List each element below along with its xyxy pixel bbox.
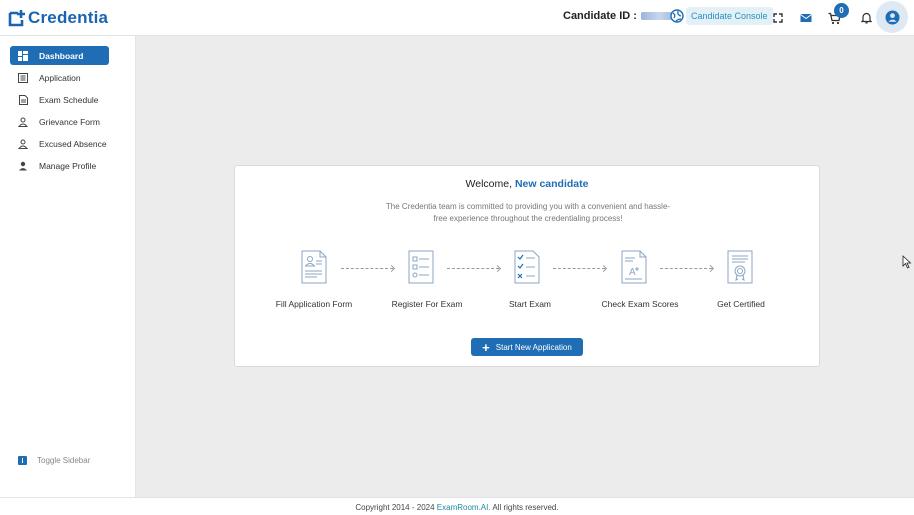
candidate-id: Candidate ID : <box>563 10 677 22</box>
mail-button[interactable] <box>798 10 814 26</box>
notifications-button[interactable] <box>858 10 874 26</box>
fullscreen-button[interactable] <box>770 10 786 26</box>
welcome-prefix: Welcome, <box>465 178 513 190</box>
mail-icon <box>800 14 812 22</box>
sidebar-item-label: Grievance Form <box>39 116 100 127</box>
toggle-sidebar-label: Toggle Sidebar <box>37 456 91 465</box>
footer-copyright: Copyright 2014 - 2024 <box>355 503 435 512</box>
step-arrow <box>660 268 712 269</box>
footer-rights: All rights reserved. <box>492 503 559 512</box>
candidate-id-label: Candidate ID : <box>563 10 637 22</box>
start-button-label: Start New Application <box>495 342 572 352</box>
sidebar-item-dashboard[interactable]: Dashboard <box>10 46 109 65</box>
register-checklist-icon <box>408 250 434 284</box>
sidebar-toggle-icon <box>18 456 27 465</box>
step-label: Fill Application Form <box>275 299 353 309</box>
welcome-subtext: The Credentia team is committed to provi… <box>385 202 671 223</box>
svg-text:A: A <box>629 267 636 278</box>
main-content: Welcome, New candidate The Credentia tea… <box>136 36 914 497</box>
footer: Copyright 2014 - 2024 ExamRoom.AI. All r… <box>0 497 914 515</box>
score-sheet-icon: A <box>621 250 647 284</box>
sidebar-item-label: Excused Absence <box>39 138 107 149</box>
exam-sheet-icon <box>514 250 540 284</box>
welcome-card: Welcome, New candidate The Credentia tea… <box>234 165 820 367</box>
step-label: Start Exam <box>508 299 552 309</box>
sidebar-item-application[interactable]: Application <box>10 68 109 87</box>
step-label: Check Exam Scores <box>601 299 679 309</box>
step-arrow <box>553 268 605 269</box>
list-icon <box>18 72 28 83</box>
step-label: Get Certified <box>717 299 765 309</box>
sidebar-item-excused-absence[interactable]: Excused Absence <box>10 134 109 153</box>
start-new-application-button[interactable]: + Start New Application <box>471 338 583 356</box>
fullscreen-icon <box>773 13 783 23</box>
user-avatar-button[interactable] <box>876 1 908 33</box>
globe-icon <box>670 9 684 23</box>
sidebar-item-manage-profile[interactable]: Manage Profile <box>10 156 109 175</box>
sidebar-item-label: Dashboard <box>39 50 84 61</box>
credentia-logo[interactable]: Credentia <box>8 7 108 29</box>
mouse-cursor-icon <box>902 255 912 269</box>
step-arrow <box>341 268 393 269</box>
person-icon <box>18 161 28 171</box>
candidate-name: New candidate <box>514 178 589 190</box>
examroom-link[interactable]: ExamRoom.AI. <box>437 503 491 512</box>
sidebar-item-label: Manage Profile <box>39 160 97 171</box>
sidebar-item-exam-schedule[interactable]: Exam Schedule <box>10 90 109 109</box>
candidate-console[interactable]: Candidate Console <box>670 7 773 25</box>
credentia-logo-icon <box>8 10 25 27</box>
dashboard-icon <box>18 50 28 61</box>
toggle-sidebar-button[interactable]: Toggle Sidebar <box>18 456 90 465</box>
logo-text: Credentia <box>28 8 109 27</box>
application-form-icon <box>301 250 327 284</box>
person-form-icon <box>18 117 28 127</box>
plus-icon: + <box>482 339 490 355</box>
step-label: Register For Exam <box>391 299 463 309</box>
certificate-icon <box>727 250 753 284</box>
document-icon <box>18 94 28 105</box>
bell-icon <box>860 12 872 24</box>
sidebar-item-grievance-form[interactable]: Grievance Form <box>10 112 109 131</box>
person-form-icon <box>18 139 28 149</box>
account-circle-icon <box>885 10 899 24</box>
sidebar: Dashboard Application Exam Schedule Grie… <box>0 36 136 497</box>
welcome-heading: Welcome, New candidate <box>235 178 819 190</box>
sidebar-item-label: Application <box>39 72 81 83</box>
candidate-console-button[interactable]: Candidate Console <box>686 7 773 25</box>
step-arrow <box>447 268 499 269</box>
sidebar-item-label: Exam Schedule <box>39 94 99 105</box>
cart-count-badge: 0 <box>834 3 849 18</box>
top-header: Credentia Candidate ID : Candidate Conso… <box>0 0 914 36</box>
